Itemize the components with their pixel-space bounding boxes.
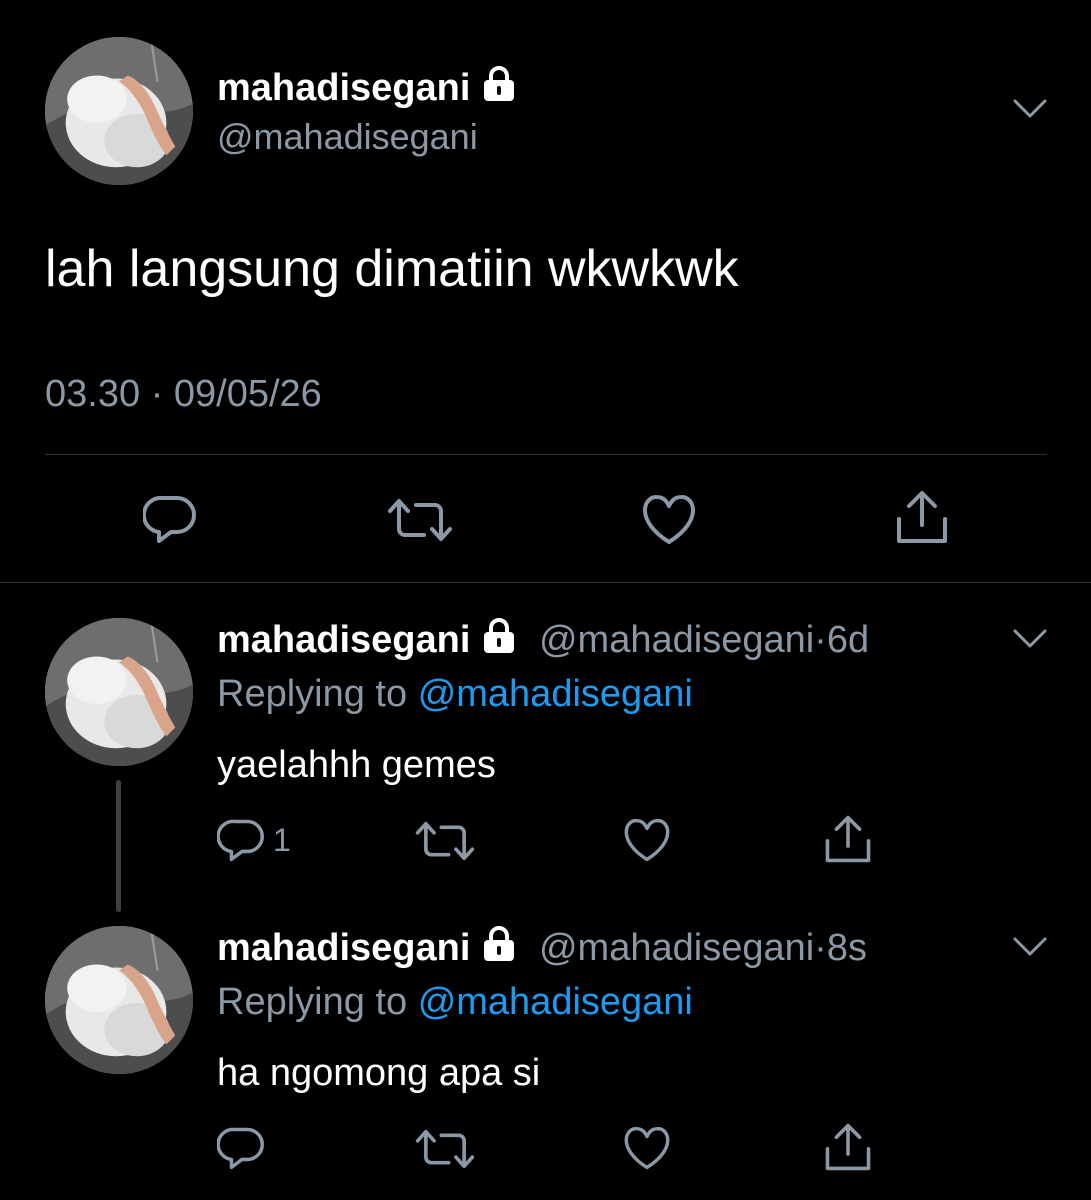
divider (45, 454, 1047, 455)
tweet-text: yaelahhh gemes (217, 744, 496, 786)
tweet-date: 09/05/26 (173, 373, 322, 415)
tweet-text: ha ngomong apa si (217, 1052, 541, 1094)
reply-icon (143, 495, 196, 543)
section-divider (0, 582, 1091, 583)
handle[interactable]: @mahadisegani (539, 927, 814, 969)
avatar[interactable] (45, 37, 193, 185)
tweet-time: 03.30 (45, 373, 141, 415)
replying-to: Replying to @mahadisegani (217, 673, 693, 716)
reply-header: mahadisegani @mahadisegani·8s (217, 926, 867, 970)
retweet-button[interactable] (414, 1128, 476, 1170)
reply-icon (217, 1127, 264, 1170)
display-name[interactable]: mahadisegani (217, 619, 470, 661)
like-button[interactable] (640, 494, 698, 546)
share-button[interactable] (893, 489, 951, 545)
display-name[interactable]: mahadisegani (217, 927, 470, 969)
replying-to: Replying to @mahadisegani (217, 981, 693, 1024)
lock-icon (484, 66, 515, 101)
share-button[interactable] (822, 1122, 874, 1172)
replying-to-label: Replying to (217, 981, 408, 1023)
header-separator: · (814, 927, 827, 969)
chevron-down-icon[interactable] (1012, 628, 1048, 650)
replying-to-link[interactable]: @mahadisegani (418, 981, 693, 1023)
avatar[interactable] (45, 618, 193, 766)
tweet-timestamp: 03.30 · 09/05/26 (45, 373, 322, 416)
avatar[interactable] (45, 926, 193, 1074)
like-button[interactable] (622, 1126, 672, 1171)
share-icon (825, 815, 871, 863)
lock-icon (484, 926, 515, 961)
reply-header: mahadisegani @mahadisegani·6d (217, 618, 869, 662)
share-icon (825, 1123, 871, 1171)
lock-icon (484, 618, 515, 653)
reply-button[interactable] (143, 494, 199, 544)
retweet-button[interactable] (414, 820, 476, 862)
timestamp-separator: · (150, 373, 164, 415)
reply-count: 1 (273, 821, 291, 858)
tweet-age[interactable]: 6d (827, 619, 869, 661)
like-icon (624, 1126, 670, 1170)
retweet-icon (388, 499, 452, 541)
replying-to-label: Replying to (217, 673, 408, 715)
thread-line (116, 780, 121, 912)
display-name[interactable]: mahadisegani (217, 66, 518, 110)
retweet-icon (415, 1129, 475, 1169)
replying-to-link[interactable]: @mahadisegani (418, 673, 693, 715)
share-icon (897, 491, 947, 543)
tweet-text: lah langsung dimatiin wkwkwk (45, 240, 739, 298)
retweet-icon (415, 821, 475, 861)
header-separator: · (814, 619, 827, 661)
reply-button[interactable] (217, 1126, 267, 1170)
display-name-text: mahadisegani (217, 67, 471, 109)
retweet-button[interactable] (386, 497, 454, 543)
chevron-down-icon[interactable] (1012, 936, 1048, 958)
like-icon (624, 818, 670, 862)
handle[interactable]: @mahadisegani (217, 116, 478, 158)
handle[interactable]: @mahadisegani (539, 619, 814, 661)
tweet-age[interactable]: 8s (827, 927, 867, 969)
like-button[interactable] (622, 818, 672, 863)
chevron-down-icon[interactable] (1012, 98, 1048, 120)
reply-button[interactable]: 1 (217, 818, 291, 862)
reply-icon (217, 819, 264, 862)
like-icon (643, 495, 695, 544)
share-button[interactable] (822, 814, 874, 864)
